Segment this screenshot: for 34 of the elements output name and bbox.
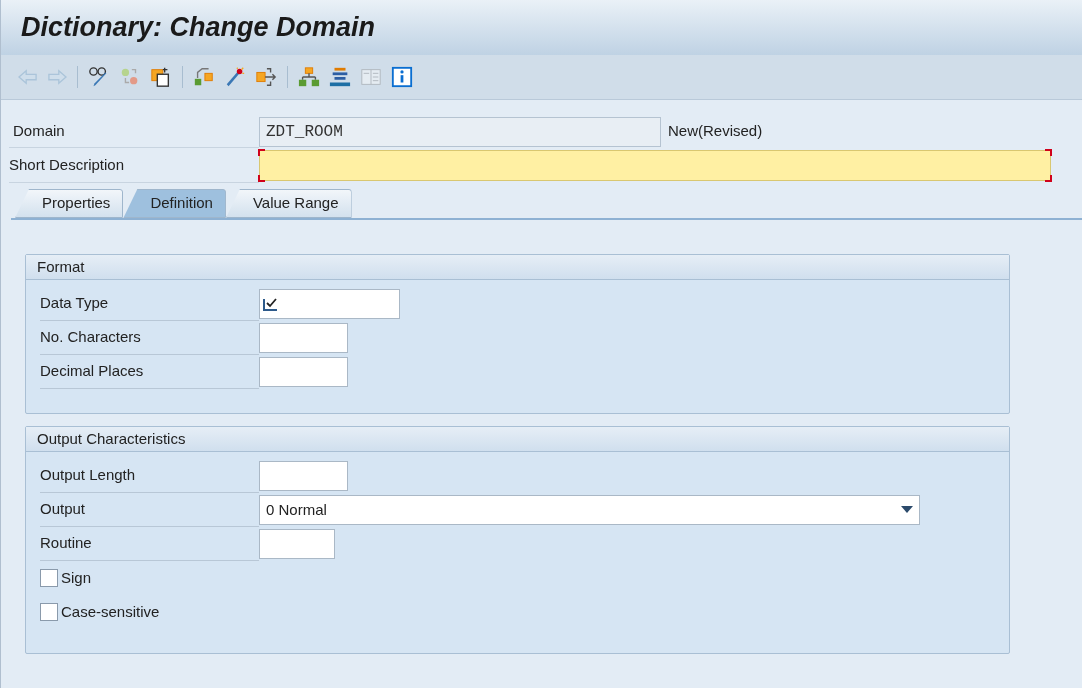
checkbox[interactable] bbox=[40, 569, 58, 587]
window-title: Dictionary: Change Domain bbox=[21, 11, 376, 45]
field-label: Data Type bbox=[40, 293, 109, 314]
split-arrow-icon[interactable] bbox=[254, 66, 278, 88]
status-text: New(Revised) bbox=[668, 121, 763, 142]
group-title: Output Characteristics bbox=[37, 428, 186, 449]
field-label: Output bbox=[40, 499, 86, 520]
field-label: Case-sensitive bbox=[61, 601, 160, 622]
input-field[interactable] bbox=[259, 289, 400, 319]
input-field[interactable] bbox=[259, 357, 348, 387]
tab[interactable]: Definition bbox=[123, 189, 226, 218]
tab[interactable]: Properties bbox=[15, 189, 124, 218]
field-label: Short Description bbox=[9, 154, 125, 175]
checkbox[interactable] bbox=[40, 603, 58, 621]
hierarchy-icon[interactable] bbox=[297, 66, 321, 88]
field-label: Domain bbox=[13, 120, 65, 141]
info-icon[interactable] bbox=[390, 66, 414, 88]
group-title: Format bbox=[37, 256, 85, 277]
field-label: Output Length bbox=[40, 465, 136, 486]
tab[interactable]: Value Range bbox=[225, 189, 352, 218]
field-label: Sign bbox=[61, 567, 92, 588]
domain-field: ZDT_ROOM bbox=[259, 116, 661, 147]
hierarchy-change-icon[interactable] bbox=[192, 66, 216, 88]
field-label: Decimal Places bbox=[40, 361, 144, 382]
input-field[interactable] bbox=[259, 461, 348, 491]
field-label: No. Characters bbox=[40, 327, 141, 348]
stacked-bars-icon[interactable] bbox=[328, 66, 352, 88]
required-check-icon bbox=[263, 297, 279, 311]
field-label: Routine bbox=[40, 533, 92, 554]
input-field[interactable] bbox=[259, 529, 335, 559]
dropdown-field[interactable]: 0 Normal bbox=[259, 495, 920, 525]
caret-icon bbox=[901, 506, 913, 514]
input-field[interactable] bbox=[259, 323, 348, 353]
input-field[interactable] bbox=[259, 150, 1051, 181]
